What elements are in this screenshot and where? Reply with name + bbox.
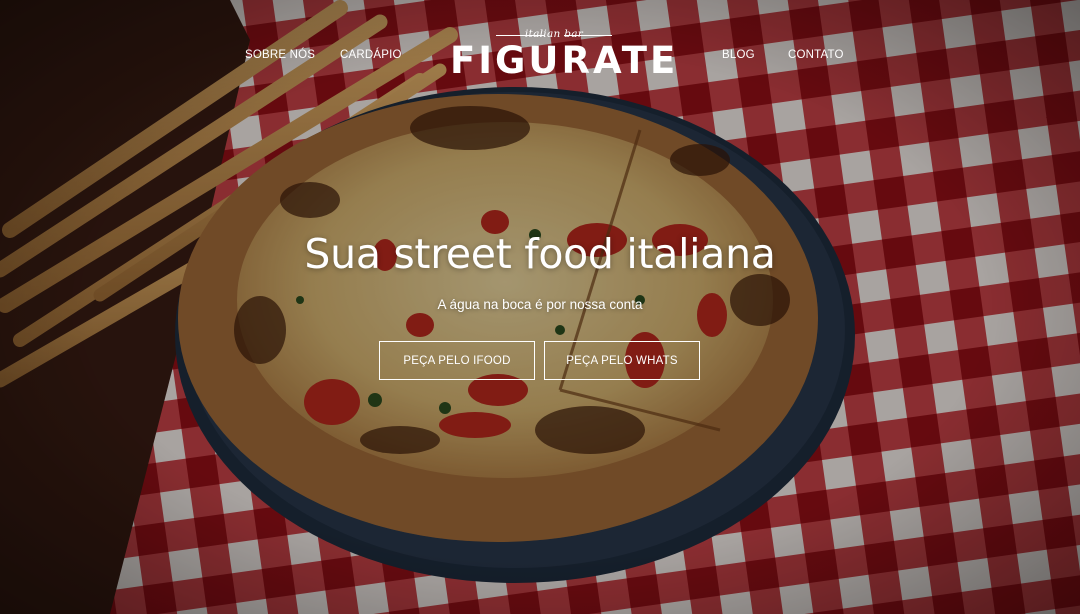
order-whatsapp-button[interactable]: PEÇA PELO WHATS	[544, 341, 700, 380]
hero-title: Sua street food italiana	[304, 230, 776, 278]
logo-tagline: italian bar	[450, 28, 658, 40]
nav-link-blog[interactable]: BLOG	[722, 49, 755, 61]
nav-link-cardapio[interactable]: CARDÁPIO	[340, 49, 402, 61]
hero-section: SOBRE NÓS CARDÁPIO italian bar FIGURATE …	[0, 0, 1080, 614]
main-navigation: SOBRE NÓS CARDÁPIO italian bar FIGURATE …	[0, 0, 1080, 110]
hero-subtitle: A água na boca é por nossa conta	[437, 297, 643, 312]
nav-link-contato[interactable]: CONTATO	[788, 49, 844, 61]
brand-logo[interactable]: italian bar FIGURATE	[450, 28, 679, 88]
logo-wordmark: FIGURATE	[450, 39, 679, 82]
order-ifood-button[interactable]: PEÇA PELO IFOOD	[379, 341, 535, 380]
nav-link-sobre-nos[interactable]: SOBRE NÓS	[245, 49, 315, 61]
